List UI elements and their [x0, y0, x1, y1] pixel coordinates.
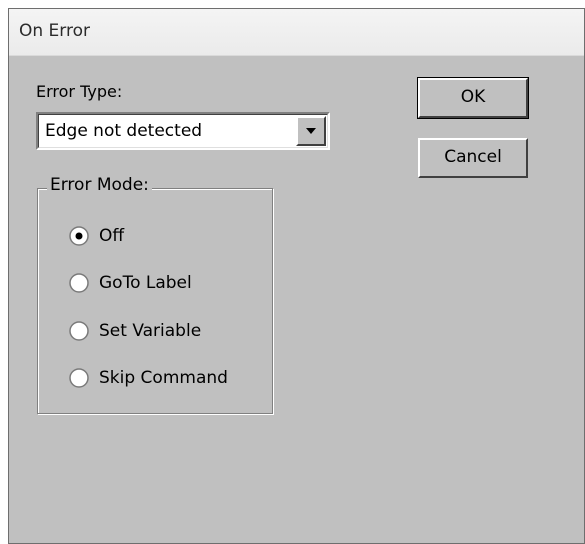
radio-label: Off [99, 226, 125, 246]
error-type-dropdown[interactable]: Edge not detected [36, 112, 330, 150]
title-bar[interactable]: On Error [9, 9, 584, 56]
radio-selected-icon [69, 226, 89, 246]
radio-label: Skip Command [99, 368, 228, 388]
dropdown-arrow-button[interactable] [296, 116, 326, 146]
dialog-title: On Error [19, 21, 90, 41]
ok-button[interactable]: OK [417, 77, 529, 119]
radio-goto-label[interactable]: GoTo Label [69, 271, 192, 295]
radio-unselected-icon [69, 321, 89, 341]
radio-label: GoTo Label [99, 273, 192, 293]
error-type-label: Error Type: [36, 82, 123, 101]
radio-label: Set Variable [99, 321, 202, 341]
radio-skip-command[interactable]: Skip Command [69, 366, 228, 390]
on-error-dialog: On Error Error Type: Edge not detected O… [8, 8, 585, 544]
chevron-down-icon [306, 128, 316, 134]
error-type-value: Edge not detected [45, 121, 203, 141]
radio-off[interactable]: Off [69, 224, 124, 248]
radio-set-variable[interactable]: Set Variable [69, 319, 201, 343]
cancel-button[interactable]: Cancel [418, 138, 528, 178]
radio-unselected-icon [69, 368, 89, 388]
radio-unselected-icon [69, 273, 89, 293]
error-mode-legend: Error Mode: [47, 175, 152, 195]
